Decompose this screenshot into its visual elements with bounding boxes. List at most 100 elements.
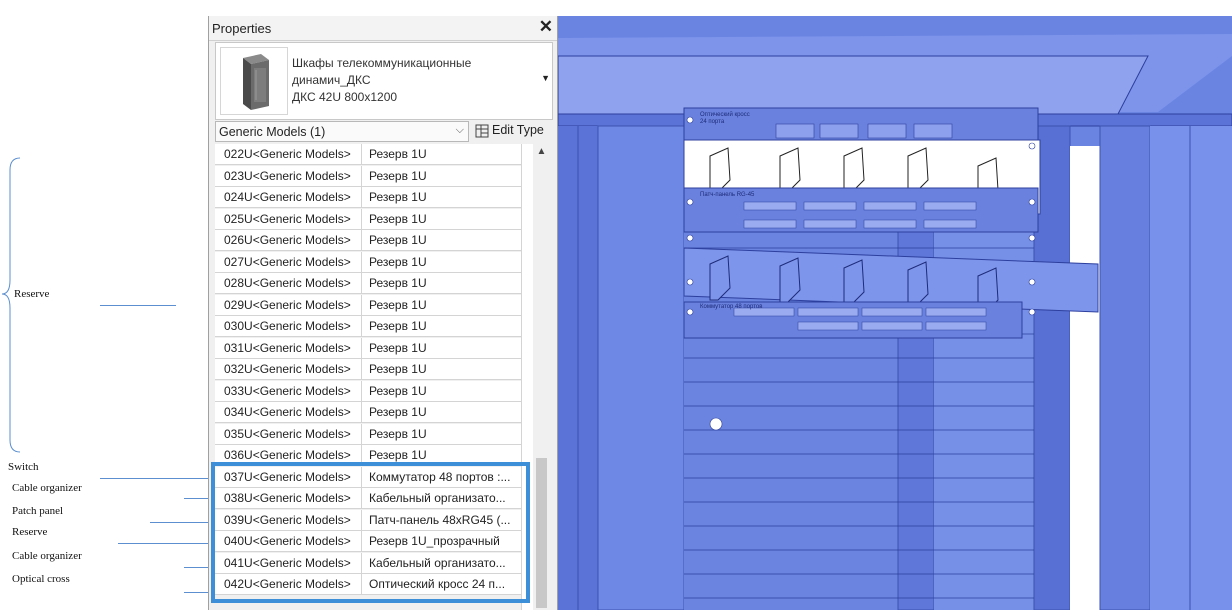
table-row[interactable]: 026U<Generic Models> Резерв 1U — [215, 230, 521, 251]
screenshot-stage: Reserve Switch Cable organizer Patch pan… — [0, 0, 1232, 610]
annotation-cable-organizer-1: Cable organizer — [12, 482, 82, 494]
table-row[interactable]: 040U<Generic Models> Резерв 1U_прозрачный — [215, 531, 521, 552]
row-name-cell: 038U<Generic Models> — [215, 488, 362, 508]
type-selector[interactable]: Шкафы телекоммуникационные динамич_ДКС Д… — [215, 42, 553, 120]
row-value-cell[interactable]: Резерв 1U — [362, 209, 521, 229]
type-family-line: динамич_ДКС — [292, 73, 371, 87]
row-value-cell[interactable]: Резерв 1U — [362, 144, 521, 164]
row-name-cell: 023U<Generic Models> — [215, 165, 362, 186]
row-name-cell: 034U<Generic Models> — [215, 402, 362, 422]
row-name-cell: 029U<Generic Models> — [215, 294, 362, 315]
annotation-reserve-bottom: Reserve — [12, 526, 48, 538]
annotation-reserve-top: Reserve — [14, 288, 50, 300]
close-icon[interactable]: ✕ — [539, 17, 553, 37]
row-value-cell[interactable]: Кабельный организато... — [362, 488, 521, 508]
row-name-cell: 041U<Generic Models> — [215, 552, 362, 573]
table-row[interactable]: 031U<Generic Models> Резерв 1U — [215, 337, 521, 359]
edit-type-button[interactable]: Edit Type — [473, 121, 555, 142]
viewport-label: Коммутатор 48 портов — [700, 304, 762, 310]
row-value-cell[interactable]: Резерв 1U — [362, 166, 521, 186]
row-value-cell[interactable]: Кабельный организато... — [362, 553, 521, 573]
properties-panel: Properties ✕ Шкафы телекоммуникационные … — [208, 16, 558, 610]
table-row[interactable]: 032U<Generic Models> Резерв 1U — [215, 359, 521, 380]
reserve-bracket — [1, 157, 21, 453]
row-name-cell: 036U<Generic Models> — [215, 445, 362, 465]
row-name-cell: 037U<Generic Models> — [215, 466, 362, 487]
row-name-cell: 033U<Generic Models> — [215, 380, 362, 401]
row-name-cell: 027U<Generic Models> — [215, 251, 362, 272]
table-row[interactable]: 034U<Generic Models> Резерв 1U — [215, 402, 521, 423]
type-family-line: Шкафы телекоммуникационные — [292, 56, 472, 70]
row-name-cell: 026U<Generic Models> — [215, 230, 362, 250]
row-value-cell[interactable]: Резерв 1U — [362, 273, 521, 293]
row-value-cell[interactable]: Патч-панель 48xRG45 (... — [362, 510, 521, 530]
row-name-cell: 031U<Generic Models> — [215, 337, 362, 358]
row-name-cell: 028U<Generic Models> — [215, 273, 362, 293]
row-value-cell[interactable]: Резерв 1U_прозрачный — [362, 531, 521, 551]
scrollbar-thumb[interactable] — [536, 458, 547, 608]
table-row[interactable]: 042U<Generic Models> Оптический кросс 24 … — [215, 574, 521, 595]
row-value-cell[interactable]: Резерв 1U — [362, 402, 521, 422]
row-name-cell: 025U<Generic Models> — [215, 208, 362, 229]
instance-filter-value: Generic Models (1) — [219, 125, 326, 139]
row-value-cell[interactable]: Резерв 1U — [362, 187, 521, 207]
table-row[interactable]: 033U<Generic Models> Резерв 1U — [215, 380, 521, 402]
row-value-cell[interactable]: Резерв 1U — [362, 295, 521, 315]
annotation-optical-cross: Optical cross — [12, 573, 70, 585]
table-row[interactable]: 030U<Generic Models> Резерв 1U — [215, 316, 521, 337]
viewport-label: 24 порта — [700, 119, 725, 125]
row-value-cell[interactable]: Оптический кросс 24 п... — [362, 574, 521, 594]
table-row[interactable]: 024U<Generic Models> Резерв 1U — [215, 187, 521, 208]
type-name-line: ДКС 42U 800x1200 — [292, 90, 398, 104]
row-value-cell[interactable]: Резерв 1U — [362, 381, 521, 401]
row-name-cell: 039U<Generic Models> — [215, 509, 362, 530]
dropdown-arrow-icon[interactable]: ▼ — [541, 73, 550, 83]
row-value-cell[interactable]: Резерв 1U — [362, 424, 521, 444]
viewport-label: Оптический кросс — [700, 111, 750, 118]
annotation-patch-panel: Patch panel — [12, 505, 64, 517]
edit-type-icon — [475, 124, 489, 138]
row-name-cell: 042U<Generic Models> — [215, 574, 362, 594]
row-value-cell[interactable]: Резерв 1U — [362, 359, 521, 379]
3d-viewport[interactable]: Оптический кросс 24 порта Патч-панель RG… — [558, 16, 1232, 610]
server-rack-icon — [220, 47, 288, 115]
annotation-switch: Switch — [8, 461, 39, 473]
row-value-cell[interactable]: Коммутатор 48 портов :... — [362, 467, 521, 487]
rack-3d-model: Оптический кросс 24 порта Патч-панель RG… — [558, 16, 1232, 610]
row-name-cell: 022U<Generic Models> — [215, 144, 362, 164]
row-value-cell[interactable]: Резерв 1U — [362, 338, 521, 358]
row-value-cell[interactable]: Резерв 1U — [362, 445, 521, 465]
leader-line — [118, 543, 218, 544]
table-row[interactable]: 037U<Generic Models> Коммутатор 48 портов… — [215, 466, 521, 488]
properties-title: Properties — [212, 21, 272, 36]
table-row[interactable]: 027U<Generic Models> Резерв 1U — [215, 251, 521, 273]
annotation-cable-organizer-2: Cable organizer — [12, 550, 82, 562]
scrollbar[interactable]: ▲ — [533, 144, 550, 610]
row-name-cell: 032U<Generic Models> — [215, 359, 362, 379]
edit-type-label: Edit Type — [492, 123, 544, 137]
viewport-label: Патч-панель RG-45 — [700, 192, 755, 198]
table-row[interactable]: 038U<Generic Models> Кабельный организато… — [215, 488, 521, 509]
table-row[interactable]: 023U<Generic Models> Резерв 1U — [215, 165, 521, 187]
properties-titlebar[interactable]: Properties ✕ — [209, 16, 557, 41]
table-row[interactable]: 035U<Generic Models> Резерв 1U — [215, 423, 521, 445]
row-name-cell: 035U<Generic Models> — [215, 423, 362, 444]
table-row[interactable]: 041U<Generic Models> Кабельный организато… — [215, 552, 521, 574]
table-row[interactable]: 029U<Generic Models> Резерв 1U — [215, 294, 521, 316]
row-value-cell[interactable]: Резерв 1U — [362, 252, 521, 272]
chevron-down-icon: ⌵ — [455, 124, 464, 136]
table-row[interactable]: 039U<Generic Models> Патч-панель 48xRG45 … — [215, 509, 521, 531]
row-value-cell[interactable]: Резерв 1U — [362, 230, 521, 250]
row-name-cell: 040U<Generic Models> — [215, 531, 362, 551]
instance-filter-dropdown[interactable]: Generic Models (1) ⌵ — [215, 121, 469, 142]
leader-line — [100, 478, 218, 479]
scroll-up-icon[interactable]: ▲ — [533, 146, 550, 160]
leader-line — [100, 305, 176, 306]
table-row[interactable]: 036U<Generic Models> Резерв 1U — [215, 445, 521, 466]
row-name-cell: 030U<Generic Models> — [215, 316, 362, 336]
table-row[interactable]: 028U<Generic Models> Резерв 1U — [215, 273, 521, 294]
row-value-cell[interactable]: Резерв 1U — [362, 316, 521, 336]
row-name-cell: 024U<Generic Models> — [215, 187, 362, 207]
table-row[interactable]: 025U<Generic Models> Резерв 1U — [215, 208, 521, 230]
table-row[interactable]: 022U<Generic Models> Резерв 1U — [215, 144, 521, 165]
